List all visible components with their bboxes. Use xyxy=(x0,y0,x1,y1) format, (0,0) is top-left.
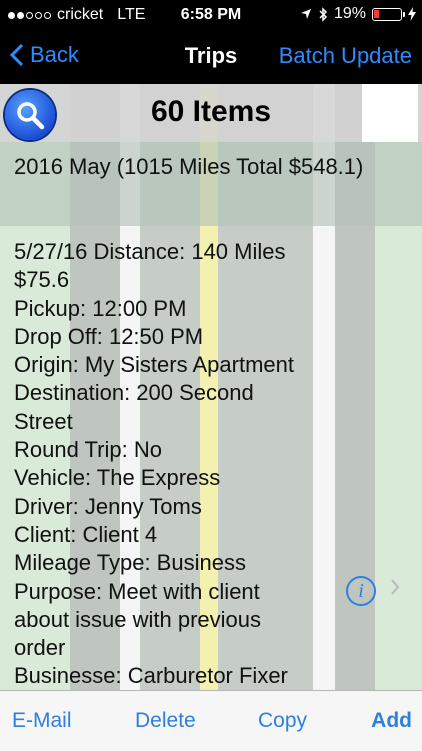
email-button[interactable]: E-Mail xyxy=(12,709,72,733)
trip-detail-line: $75.6 xyxy=(14,267,70,293)
charging-bolt-icon xyxy=(408,7,416,21)
status-indicators: 19% xyxy=(300,5,416,23)
trip-detail-line: Vehicle: The Express xyxy=(14,465,221,491)
navigation-bar: Back Trips Batch Update xyxy=(0,30,422,84)
items-count: 60 Items xyxy=(150,95,272,128)
trip-detail-line: Mileage Type: Business xyxy=(14,550,246,576)
bottom-toolbar: E-Mail Delete Copy Add xyxy=(0,690,422,751)
trip-detail-line: Round Trip: No xyxy=(14,437,162,463)
trip-detail-line: Driver: Jenny Toms xyxy=(14,493,202,519)
trip-detail-line: Pickup: 12:00 PM xyxy=(14,295,187,321)
trip-detail-line: Destination: 200 Second xyxy=(14,380,254,406)
trip-detail-line: Drop Off: 12:50 PM xyxy=(14,323,204,349)
location-arrow-icon xyxy=(300,9,311,19)
trip-detail-line: Businesse: Carburetor Fixer xyxy=(14,663,288,689)
copy-button[interactable]: Copy xyxy=(258,709,307,733)
trip-detail-line: Street xyxy=(14,408,73,434)
bluetooth-icon xyxy=(319,6,328,22)
trip-detail-line: 5/27/16 Distance: 140 Miles xyxy=(14,239,286,264)
month-summary: 2016 May (1015 Miles Total $548.1) xyxy=(14,154,364,179)
trip-detail-line: Purpose: Meet with client xyxy=(14,578,260,604)
trip-detail-line: Client: Client 4 xyxy=(14,521,158,547)
status-bar: cricket LTE 6:58 PM 19% xyxy=(0,0,422,30)
battery-icon xyxy=(372,7,405,21)
trip-detail-line: about issue with previous xyxy=(14,606,262,632)
trip-list-item[interactable]: 5/27/16 Distance: 140 Miles $75.6 Pickup: … xyxy=(14,238,354,691)
trip-detail-line: order xyxy=(14,635,66,661)
trip-detail-line: Origin: My Sisters Apartment xyxy=(14,352,294,378)
chevron-right-icon xyxy=(391,579,400,595)
add-button[interactable]: Add xyxy=(371,709,412,733)
delete-button[interactable]: Delete xyxy=(135,709,196,733)
battery-percent: 19% xyxy=(333,5,366,22)
info-circle-icon[interactable]: i xyxy=(346,576,376,606)
batch-update-button[interactable]: Batch Update xyxy=(279,43,412,69)
